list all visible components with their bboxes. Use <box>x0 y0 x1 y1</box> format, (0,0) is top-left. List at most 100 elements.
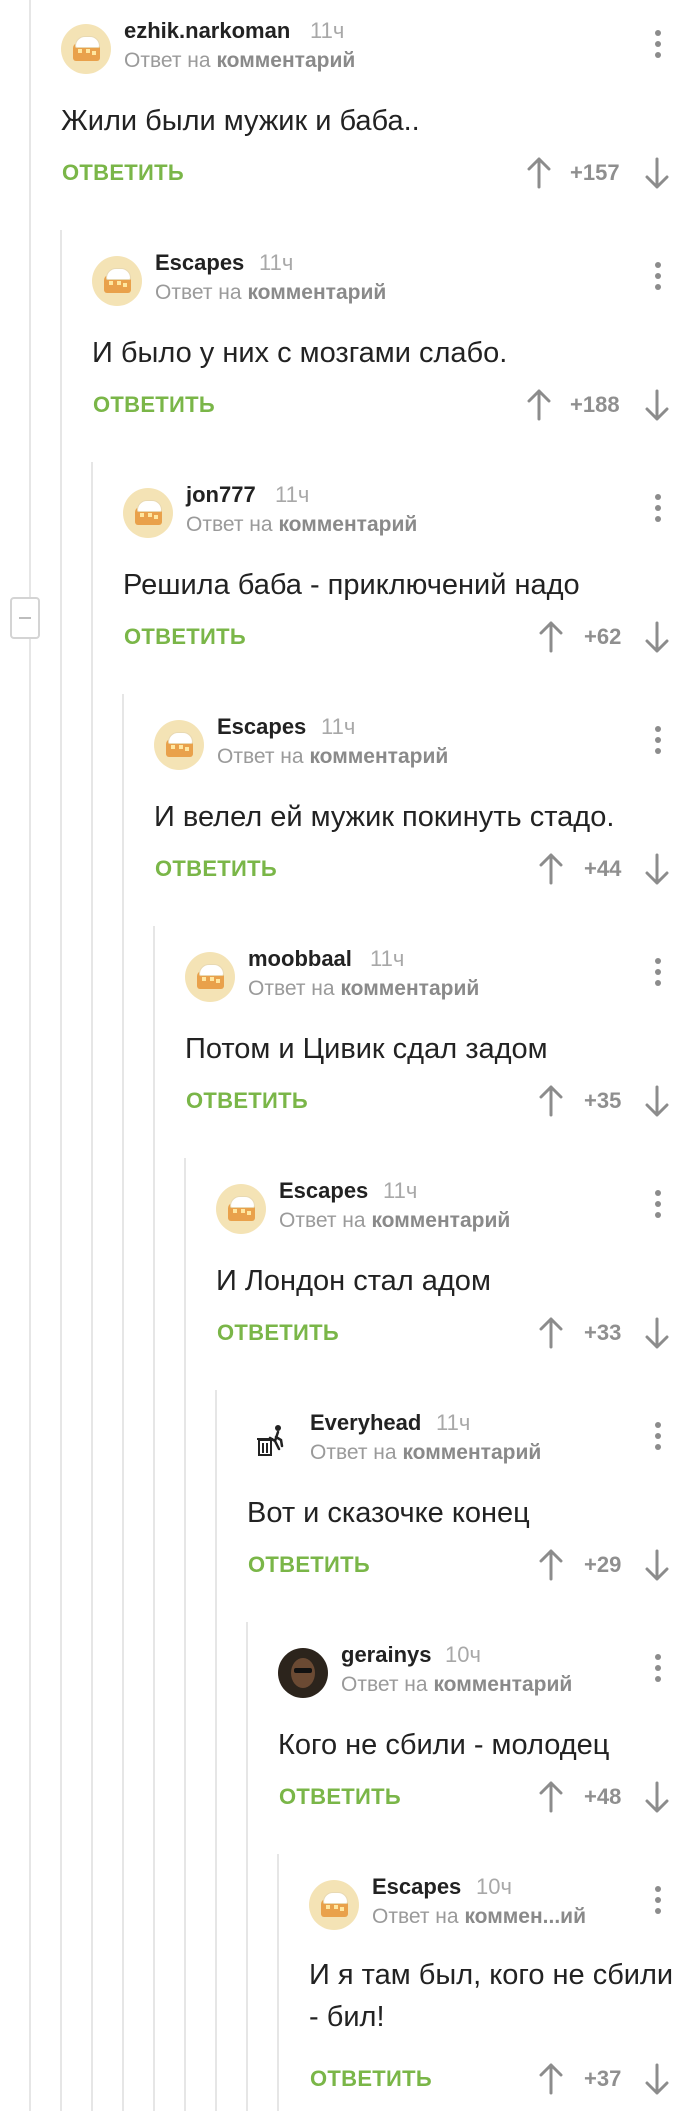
username[interactable]: Escapes <box>372 1874 461 1900</box>
reply-to-line: Ответ на комментарий <box>310 1441 541 1465</box>
arrow-up-icon[interactable] <box>538 2063 564 2095</box>
username[interactable]: gerainys <box>341 1642 432 1668</box>
comment-text: Решила баба - приключений надо <box>123 569 580 601</box>
username[interactable]: jon777 <box>186 482 256 508</box>
more-vertical-icon[interactable] <box>654 30 662 60</box>
reply-button[interactable]: ОТВЕТИТЬ <box>186 1088 308 1114</box>
arrow-down-icon[interactable] <box>644 389 670 421</box>
reply-to-prefix: Ответ на <box>186 513 273 536</box>
arrow-down-icon[interactable] <box>644 853 670 885</box>
reply-to-link[interactable]: комментарий <box>402 1441 541 1464</box>
reply-button[interactable]: ОТВЕТИТЬ <box>279 1784 401 1810</box>
more-vertical-icon[interactable] <box>654 262 662 292</box>
rating-value: +48 <box>584 1784 622 1809</box>
comment-text: И Лондон стал адом <box>216 1265 491 1297</box>
reply-to-prefix: Ответ на <box>310 1441 397 1464</box>
rating-value: +157 <box>570 160 620 185</box>
reply-to-link[interactable]: коммен...ий <box>464 1905 586 1928</box>
reply-to-prefix: Ответ на <box>341 1673 428 1696</box>
reply-to-link[interactable]: комментарий <box>247 281 386 304</box>
timestamp: 10ч <box>476 1874 512 1899</box>
timestamp: 11ч <box>310 18 345 43</box>
username[interactable]: ezhik.narkoman <box>124 18 290 44</box>
rating-value: +44 <box>584 856 622 881</box>
reply-to-link[interactable]: комментарий <box>216 49 355 72</box>
reply-button[interactable]: ОТВЕТИТЬ <box>93 392 215 418</box>
more-vertical-icon[interactable] <box>654 1654 662 1684</box>
pie-avatar-icon[interactable] <box>92 256 142 306</box>
reply-button[interactable]: ОТВЕТИТЬ <box>217 1320 339 1346</box>
username[interactable]: Escapes <box>155 250 244 276</box>
reply-button[interactable]: ОТВЕТИТЬ <box>310 2066 432 2092</box>
reply-to-line: Ответ на комментарий <box>341 1673 572 1697</box>
comment: Escapes 10ч Ответ на коммен...ий И я там… <box>0 1856 700 2111</box>
reply-button[interactable]: ОТВЕТИТЬ <box>124 624 246 650</box>
arrow-down-icon[interactable] <box>644 621 670 653</box>
reply-to-line: Ответ на комментарий <box>124 49 355 73</box>
more-vertical-icon[interactable] <box>654 494 662 524</box>
timestamp: 10ч <box>445 1642 481 1667</box>
arrow-down-icon[interactable] <box>644 1317 670 1349</box>
comment-text: Потом и Цивик сдал задом <box>185 1033 548 1065</box>
rating-value: +188 <box>570 392 620 417</box>
trash-bin-figure-icon[interactable] <box>247 1416 297 1466</box>
arrow-up-icon[interactable] <box>526 157 552 189</box>
pie-avatar-icon[interactable] <box>216 1184 266 1234</box>
comment: Everyhead 11ч Ответ на комментарий Вот и… <box>0 1392 700 1624</box>
more-vertical-icon[interactable] <box>654 726 662 756</box>
username[interactable]: Escapes <box>217 714 306 740</box>
arrow-down-icon[interactable] <box>644 157 670 189</box>
arrow-up-icon[interactable] <box>538 1085 564 1117</box>
reply-to-line: Ответ на комментарий <box>155 281 386 305</box>
reply-button[interactable]: ОТВЕТИТЬ <box>155 856 277 882</box>
timestamp: 11ч <box>370 946 405 971</box>
arrow-up-icon[interactable] <box>538 1781 564 1813</box>
arrow-up-icon[interactable] <box>538 1317 564 1349</box>
pie-avatar-icon[interactable] <box>123 488 173 538</box>
more-vertical-icon[interactable] <box>654 958 662 988</box>
reply-to-link[interactable]: комментарий <box>340 977 479 1000</box>
reply-to-link[interactable]: комментарий <box>433 1673 572 1696</box>
comment-text: Жили были мужик и баба.. <box>61 105 420 137</box>
reply-to-prefix: Ответ на <box>124 49 211 72</box>
arrow-up-icon[interactable] <box>538 621 564 653</box>
pie-avatar-icon[interactable] <box>185 952 235 1002</box>
more-vertical-icon[interactable] <box>654 1190 662 1220</box>
pie-avatar-icon[interactable] <box>309 1880 359 1930</box>
arrow-down-icon[interactable] <box>644 1085 670 1117</box>
reply-to-prefix: Ответ на <box>248 977 335 1000</box>
pie-avatar-icon[interactable] <box>154 720 204 770</box>
comment-text: И велел ей мужик покинуть стадо. <box>154 801 615 833</box>
username[interactable]: Escapes <box>279 1178 368 1204</box>
reply-to-prefix: Ответ на <box>372 1905 459 1928</box>
comment: ezhik.narkoman 11ч Ответ на комментарий … <box>0 0 700 232</box>
comment: jon777 11ч Ответ на комментарий Решила б… <box>0 464 700 696</box>
reply-to-link[interactable]: комментарий <box>309 745 448 768</box>
arrow-down-icon[interactable] <box>644 1781 670 1813</box>
arrow-up-icon[interactable] <box>526 389 552 421</box>
arrow-up-icon[interactable] <box>538 853 564 885</box>
arrow-down-icon[interactable] <box>644 2063 670 2095</box>
arrow-up-icon[interactable] <box>538 1549 564 1581</box>
reply-button[interactable]: ОТВЕТИТЬ <box>248 1552 370 1578</box>
comment: Escapes 11ч Ответ на комментарий И Лондо… <box>0 1160 700 1392</box>
pie-avatar-icon[interactable] <box>61 24 111 74</box>
comment-text: И я там был, кого не сбили - бил! <box>309 1959 674 2033</box>
comment-text: И было у них с мозгами слабо. <box>92 337 508 369</box>
arrow-down-icon[interactable] <box>644 1549 670 1581</box>
reply-to-link[interactable]: комментарий <box>278 513 417 536</box>
username[interactable]: moobbaal <box>248 946 352 972</box>
reply-to-prefix: Ответ на <box>155 281 242 304</box>
person-photo-avatar[interactable] <box>278 1648 328 1698</box>
reply-button[interactable]: ОТВЕТИТЬ <box>62 160 184 186</box>
more-vertical-icon[interactable] <box>654 1422 662 1452</box>
timestamp: 11ч <box>383 1178 418 1203</box>
more-vertical-icon[interactable] <box>654 1886 662 1916</box>
rating-value: +33 <box>584 1320 622 1345</box>
timestamp: 11ч <box>275 482 310 507</box>
reply-to-prefix: Ответ на <box>217 745 304 768</box>
reply-to-link[interactable]: комментарий <box>371 1209 510 1232</box>
reply-to-line: Ответ на комментарий <box>248 977 479 1001</box>
username[interactable]: Everyhead <box>310 1410 421 1436</box>
comment: Escapes 11ч Ответ на комментарий И было … <box>0 232 700 464</box>
